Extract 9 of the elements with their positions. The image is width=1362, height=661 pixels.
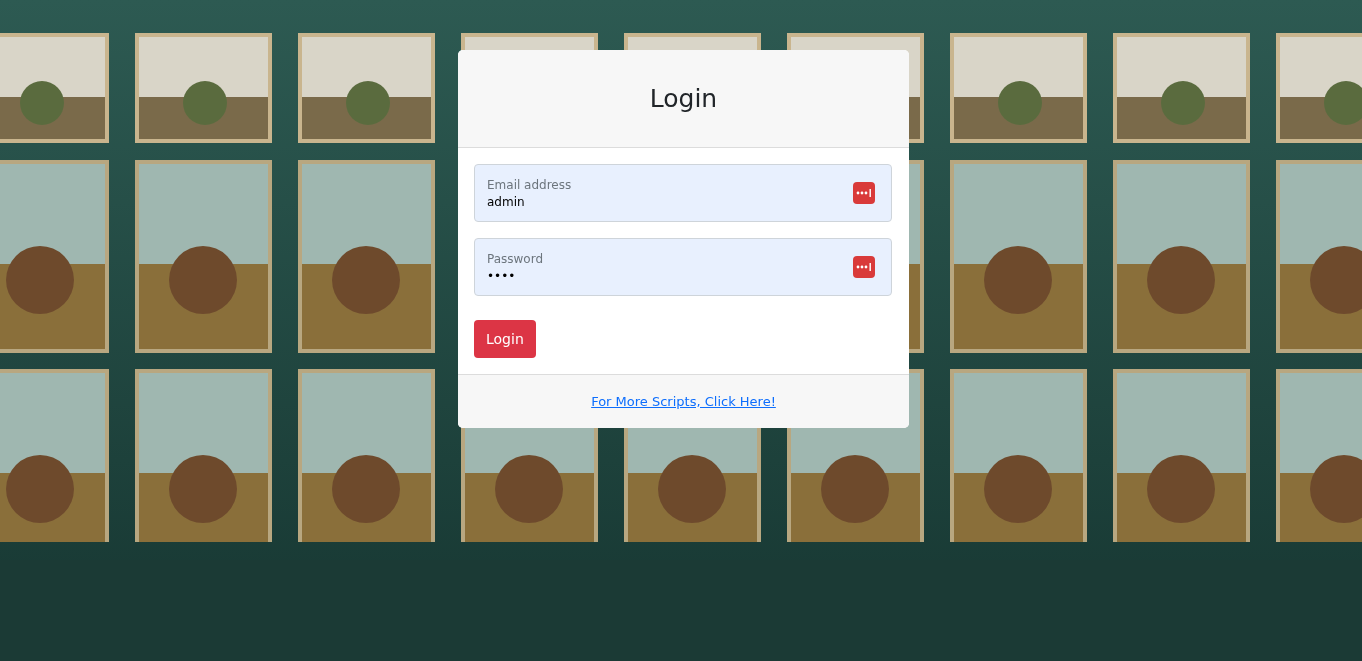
field-label: Email address xyxy=(487,177,573,192)
field-label: Password xyxy=(487,251,545,266)
password-dots-icon[interactable] xyxy=(853,182,875,204)
login-title: Login xyxy=(649,84,718,113)
password-dots-icon[interactable] xyxy=(853,256,875,278)
email-input[interactable]: admin xyxy=(487,194,687,209)
login-button[interactable]: Login xyxy=(474,320,536,358)
more-scripts-link[interactable]: For More Scripts, Click Here! xyxy=(591,394,776,409)
password-input[interactable]: •••• xyxy=(487,268,687,283)
